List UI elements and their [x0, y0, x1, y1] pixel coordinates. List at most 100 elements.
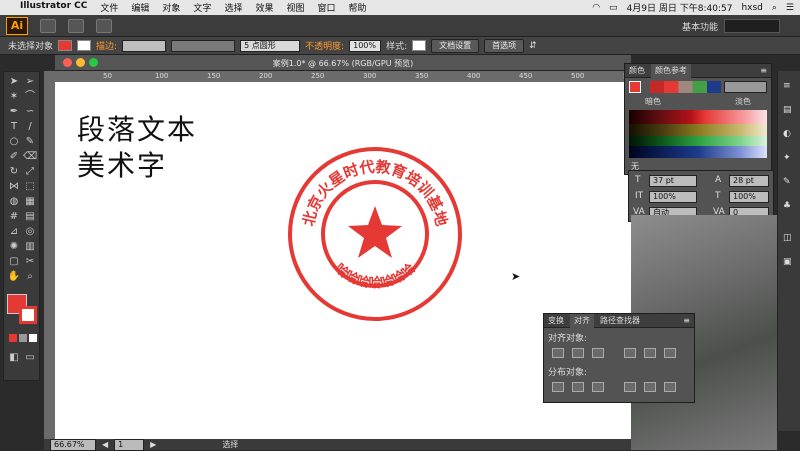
ellipse-tool-icon[interactable]: ○: [7, 136, 21, 148]
current-tool-status[interactable]: 选择: [222, 439, 238, 450]
opacity-field[interactable]: 100%: [349, 39, 382, 52]
tab-transform[interactable]: 变换: [548, 315, 564, 326]
graphic-style-swatch[interactable]: [412, 40, 427, 51]
search-icon[interactable]: ⌕: [772, 3, 777, 13]
menu-help[interactable]: 帮助: [349, 1, 367, 14]
fill-swatch[interactable]: [58, 40, 73, 51]
eyedropper-icon[interactable]: ⊿: [7, 226, 21, 238]
shape-builder-icon[interactable]: ◍: [7, 196, 21, 208]
rotate-tool-icon[interactable]: ↻: [7, 166, 21, 178]
none-mode-icon[interactable]: [29, 334, 37, 342]
menu-view[interactable]: 视图: [286, 1, 304, 14]
mesh-tool-icon[interactable]: #: [7, 211, 21, 223]
direct-selection-tool-icon[interactable]: ➢: [23, 76, 37, 88]
transparency-panel-icon[interactable]: ◐: [783, 129, 791, 139]
width-tool-icon[interactable]: ⋈: [7, 181, 21, 193]
screen-mode-icon[interactable]: ▭: [23, 352, 37, 364]
gradient-panel-icon[interactable]: ▤: [783, 105, 792, 115]
align-left-icon[interactable]: [552, 348, 564, 358]
brushes-panel-icon[interactable]: ✎: [783, 177, 791, 187]
tab-color-guide[interactable]: 颜色参考: [651, 63, 691, 78]
horizontal-ruler[interactable]: 50100150200250300350400450500550: [55, 71, 636, 82]
stroke-color-box[interactable]: [19, 306, 37, 324]
menu-clock[interactable]: 4月9日 周日 下午8:40:57: [627, 1, 733, 14]
zoom-field[interactable]: 66.67%: [50, 438, 96, 451]
distribute-bottom-icon[interactable]: [592, 382, 604, 392]
scale-tool-icon[interactable]: ⤢: [23, 166, 37, 178]
wifi-icon[interactable]: ◠: [592, 3, 600, 13]
artboard-tool-icon[interactable]: ▢: [7, 256, 21, 268]
pen-tool-icon[interactable]: ✒: [7, 106, 21, 118]
blend-tool-icon[interactable]: ◎: [23, 226, 37, 238]
distribute-right-icon[interactable]: [664, 382, 676, 392]
stroke-swatch[interactable]: [77, 40, 92, 51]
type-tool-icon[interactable]: T: [7, 121, 21, 133]
distribute-horizontal-center-icon[interactable]: [644, 382, 656, 392]
line-tool-icon[interactable]: /: [23, 121, 37, 133]
symbol-sprayer-icon[interactable]: ✺: [7, 241, 21, 253]
harmony-rule-swatches[interactable]: [649, 81, 722, 93]
hand-tool-icon[interactable]: ✋: [7, 271, 21, 283]
vertical-scale-field[interactable]: 100%: [649, 191, 697, 203]
bridge-icon[interactable]: [40, 18, 56, 33]
color-mode-icon[interactable]: [9, 334, 17, 342]
graph-tool-icon[interactable]: ▥: [23, 241, 37, 253]
free-transform-icon[interactable]: ⬚: [23, 181, 37, 193]
battery-icon[interactable]: ▭: [609, 3, 618, 13]
align-vertical-center-icon[interactable]: [644, 348, 656, 358]
gpu-performance-icon[interactable]: [96, 18, 112, 33]
menu-file[interactable]: 文件: [100, 1, 118, 14]
seal-artwork[interactable]: 北京火星时代教育培训基地 哈哈哈哈哈哈哈: [287, 146, 463, 322]
harmony-rules-dropdown[interactable]: [724, 81, 768, 93]
font-size-field[interactable]: 37 pt: [649, 175, 697, 187]
paintbrush-tool-icon[interactable]: ✎: [23, 136, 37, 148]
menu-user[interactable]: hxsd: [741, 3, 762, 13]
vertical-ruler[interactable]: [44, 71, 55, 439]
draw-mode-icon[interactable]: ◧: [7, 352, 21, 364]
curvature-tool-icon[interactable]: ∽: [23, 106, 37, 118]
tab-pathfinder[interactable]: 路径查找器: [600, 315, 640, 326]
menu-window[interactable]: 窗口: [317, 1, 335, 14]
tab-color[interactable]: 颜色: [629, 65, 645, 76]
opacity-label[interactable]: 不透明度:: [305, 39, 344, 52]
panel-menu-icon[interactable]: ≡: [760, 66, 771, 75]
stroke-panel-icon[interactable]: ≡: [783, 81, 791, 91]
workspace-label[interactable]: 基本功能: [682, 20, 718, 33]
search-stock-input[interactable]: [724, 19, 780, 33]
variable-width-profile[interactable]: [171, 39, 236, 52]
align-bottom-icon[interactable]: [664, 348, 676, 358]
align-horizontal-center-icon[interactable]: [572, 348, 584, 358]
magic-wand-icon[interactable]: ✶: [7, 91, 21, 103]
eraser-tool-icon[interactable]: ⌫: [23, 151, 37, 163]
prev-artboard-icon[interactable]: ◀: [102, 440, 108, 449]
menu-app[interactable]: Illustrator CC: [20, 1, 87, 14]
distribute-top-icon[interactable]: [552, 382, 564, 392]
stroke-label[interactable]: 描边:: [96, 39, 117, 52]
lasso-icon[interactable]: ⌒: [23, 91, 37, 103]
stroke-weight-field[interactable]: [122, 39, 167, 52]
point-text[interactable]: 美术字: [77, 150, 167, 182]
shaper-tool-icon[interactable]: ✐: [7, 151, 21, 163]
align-top-icon[interactable]: [624, 348, 636, 358]
distribute-left-icon[interactable]: [624, 382, 636, 392]
artboards-panel-icon[interactable]: ▣: [783, 257, 792, 267]
zoom-tool-icon[interactable]: ⌕: [23, 271, 37, 283]
brush-definition[interactable]: 5 点圆形: [240, 39, 301, 52]
gradient-mode-icon[interactable]: [19, 334, 27, 342]
menu-select[interactable]: 选择: [224, 1, 242, 14]
distribute-vertical-center-icon[interactable]: [572, 382, 584, 392]
slice-tool-icon[interactable]: ✂: [23, 256, 37, 268]
arrange-icon[interactable]: ⇵: [529, 41, 537, 51]
selection-tool-icon[interactable]: ➤: [7, 76, 21, 88]
preferences-button[interactable]: 首选项: [484, 38, 525, 53]
color-variations-grid[interactable]: [629, 110, 767, 158]
arrange-documents-icon[interactable]: [68, 18, 84, 33]
menu-effect[interactable]: 效果: [255, 1, 273, 14]
horizontal-scale-field[interactable]: 100%: [729, 191, 769, 203]
menu-edit[interactable]: 编辑: [131, 1, 149, 14]
align-panel-menu-icon[interactable]: ≡: [683, 316, 694, 325]
perspective-grid-icon[interactable]: ▦: [23, 196, 37, 208]
artboard-number-field[interactable]: 1: [114, 438, 145, 451]
menu-type[interactable]: 文字: [193, 1, 211, 14]
layers-panel-icon[interactable]: ◫: [783, 233, 792, 243]
